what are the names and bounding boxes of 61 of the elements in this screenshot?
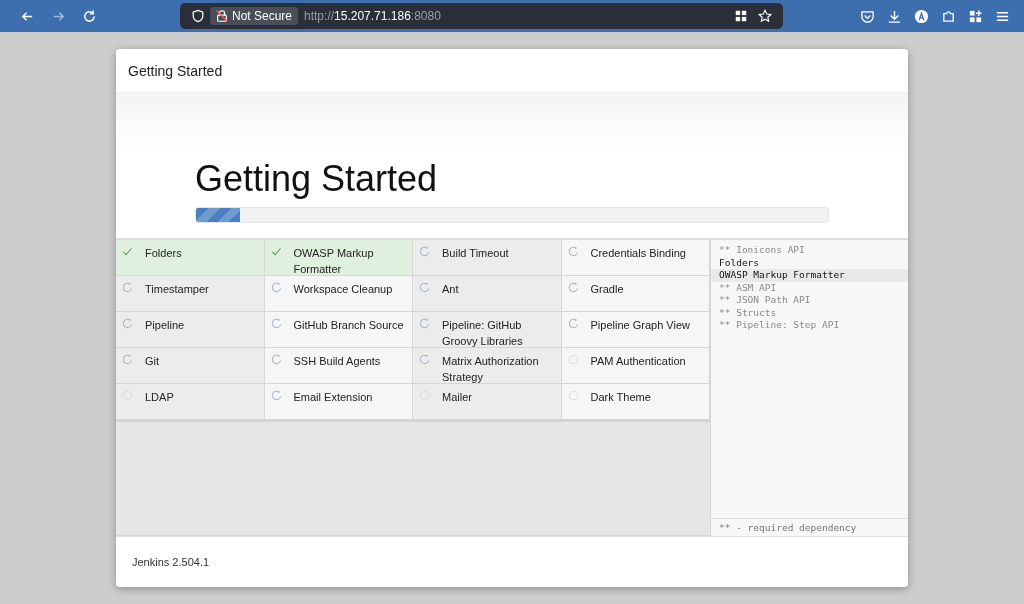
- plugin-name: Ant: [442, 282, 459, 297]
- log-line: ** ASM API: [718, 281, 778, 294]
- spinner-icon: [122, 318, 133, 329]
- plugin-name: Dark Theme: [590, 390, 651, 405]
- plugin-name: Gradle: [590, 282, 624, 297]
- shield-icon: [191, 9, 205, 23]
- spinner-icon: [567, 318, 579, 329]
- spinner-icon: [419, 282, 430, 293]
- plugin-name: SSH Build Agents: [293, 354, 381, 369]
- plugin-name: LDAP: [145, 390, 174, 405]
- spinner-icon: [419, 354, 430, 365]
- spinner-icon: [270, 318, 282, 329]
- plugin-name: Matrix Authorization Strategy: [442, 354, 540, 385]
- plugin-name: OWASP Markup Formatter: [293, 246, 375, 277]
- empty-circle-icon: [567, 354, 579, 365]
- dialog-title: Getting Started: [128, 62, 223, 79]
- spinner-icon: [567, 282, 579, 293]
- legend-text: ** - required dependency: [711, 518, 908, 536]
- page-heading: Getting Started: [195, 159, 439, 199]
- spinner-icon: [122, 282, 133, 293]
- log-line: ** Ionicons API: [718, 244, 806, 257]
- spinner-icon: [270, 354, 282, 365]
- apps-icon[interactable]: [968, 8, 983, 24]
- plugin-name: Git: [145, 354, 160, 369]
- reload-icon[interactable]: [82, 8, 97, 24]
- spinner-icon: [419, 318, 430, 329]
- plugin-name: Credentials Binding: [590, 246, 686, 261]
- plugin-name: Pipeline Graph View: [590, 318, 690, 333]
- plugin-name: Timestamper: [145, 282, 209, 297]
- grid-icon[interactable]: [734, 9, 748, 23]
- plugin-name: Pipeline: GitHub Groovy Libraries: [442, 318, 524, 349]
- security-label: Not Secure: [232, 9, 293, 23]
- broken-lock-icon: [215, 9, 229, 23]
- checkmark-icon: [270, 246, 282, 257]
- plugin-name: Folders: [145, 246, 182, 261]
- pocket-icon[interactable]: [860, 8, 875, 24]
- star-icon[interactable]: [758, 9, 772, 23]
- spinner-icon: [270, 282, 282, 293]
- plugin-name: Pipeline: [145, 318, 185, 333]
- log-line: ** Pipeline: Step API: [718, 319, 841, 332]
- log-line: ** JSON Path API: [718, 294, 812, 307]
- plugin-name: Build Timeout: [442, 246, 509, 261]
- plugin-name: Email Extension: [293, 390, 373, 405]
- download-icon[interactable]: [887, 8, 902, 24]
- plugin-name: Mailer: [442, 390, 472, 405]
- checkmark-icon: [122, 246, 133, 257]
- address-bar[interactable]: Not Secure http://15.207.71.186:8080: [180, 3, 783, 29]
- log-line: ** Structs: [718, 306, 778, 319]
- not-secure-indicator[interactable]: Not Secure: [210, 7, 299, 25]
- empty-circle-icon: [567, 390, 579, 401]
- spinner-icon: [567, 246, 579, 257]
- url-text: http://15.207.71.186:8080: [304, 9, 441, 23]
- plugin-name: PAM Authentication: [590, 354, 686, 369]
- spinner-icon: [419, 246, 430, 257]
- spinner-icon: [122, 354, 133, 365]
- version-label: Jenkins 2.504.1: [132, 556, 210, 568]
- plugin-name: Workspace Cleanup: [293, 282, 393, 297]
- spinner-icon: [270, 390, 282, 401]
- plugin-name: GitHub Branch Source: [293, 318, 404, 333]
- log-line: Folders: [718, 256, 761, 269]
- account-icon[interactable]: [914, 8, 929, 24]
